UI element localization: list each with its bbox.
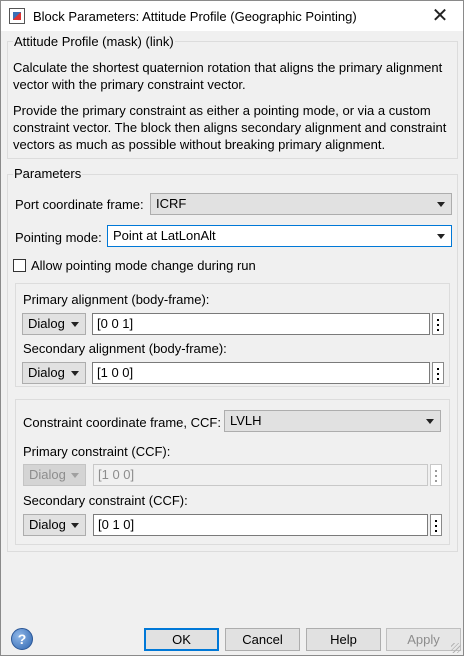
mask-group-label: Attitude Profile (mask) (link)	[13, 34, 175, 49]
block-parameters-dialog: Block Parameters: Attitude Profile (Geog…	[0, 0, 464, 656]
description-line: vectors as much as possible without brea…	[13, 137, 386, 152]
primary-constraint-source: Dialog	[29, 467, 66, 482]
primary-constraint-label: Primary constraint (CCF):	[23, 444, 171, 459]
chevron-down-icon	[71, 473, 79, 478]
more-dots-icon	[437, 378, 439, 380]
parameters-group-label: Parameters	[13, 166, 83, 181]
port-frame-value: ICRF	[156, 196, 187, 211]
description-line: Calculate the shortest quaternion rotati…	[13, 60, 443, 75]
secondary-alignment-label: Secondary alignment (body-frame):	[23, 341, 227, 356]
resize-grip[interactable]	[451, 643, 461, 653]
secondary-constraint-source: Dialog	[29, 517, 66, 532]
cancel-button[interactable]: Cancel	[225, 628, 300, 651]
more-dots-icon	[435, 520, 437, 522]
primary-alignment-source-select[interactable]: Dialog	[22, 313, 86, 335]
primary-alignment-more-button[interactable]	[432, 313, 444, 335]
secondary-alignment-source-select[interactable]: Dialog	[22, 362, 86, 384]
chevron-down-icon	[437, 202, 445, 207]
port-frame-label: Port coordinate frame:	[15, 197, 144, 212]
primary-alignment-source: Dialog	[28, 316, 65, 331]
description-line: Provide the primary constraint as either…	[13, 103, 431, 118]
title-bar: Block Parameters: Attitude Profile (Geog…	[1, 1, 463, 31]
simulink-block-icon	[9, 8, 25, 24]
secondary-alignment-input[interactable]: [1 0 0]	[92, 362, 430, 384]
chevron-down-icon	[71, 371, 79, 376]
more-dots-icon	[435, 525, 437, 527]
more-dots-icon	[437, 373, 439, 375]
chevron-down-icon	[437, 234, 445, 239]
ok-button[interactable]: OK	[144, 628, 219, 651]
help-icon[interactable]: ?	[11, 628, 33, 650]
allow-change-label: Allow pointing mode change during run	[31, 258, 256, 273]
close-button[interactable]: ✕	[417, 1, 463, 31]
more-dots-icon	[437, 319, 439, 321]
secondary-constraint-more-button[interactable]	[430, 514, 442, 536]
chevron-down-icon	[426, 419, 434, 424]
more-dots-icon	[435, 480, 437, 482]
more-dots-icon	[435, 530, 437, 532]
apply-button[interactable]: Apply	[386, 628, 461, 651]
primary-alignment-input[interactable]: [0 0 1]	[92, 313, 430, 335]
ccf-value: LVLH	[230, 413, 262, 428]
allow-change-checkbox[interactable]	[13, 259, 26, 272]
more-dots-icon	[435, 475, 437, 477]
primary-constraint-more-button[interactable]	[430, 464, 442, 486]
secondary-constraint-input[interactable]: [0 1 0]	[93, 514, 428, 536]
primary-constraint-input[interactable]: [1 0 0]	[93, 464, 428, 486]
more-dots-icon	[437, 324, 439, 326]
port-frame-select[interactable]: ICRF	[150, 193, 452, 215]
more-dots-icon	[435, 470, 437, 472]
primary-alignment-label: Primary alignment (body-frame):	[23, 292, 210, 307]
primary-constraint-source-select[interactable]: Dialog	[23, 464, 86, 486]
pointing-mode-select[interactable]: Point at LatLonAlt	[107, 225, 452, 247]
ccf-select[interactable]: LVLH	[224, 410, 441, 432]
ccf-label: Constraint coordinate frame, CCF:	[23, 415, 221, 430]
secondary-alignment-more-button[interactable]	[432, 362, 444, 384]
help-button[interactable]: Help	[306, 628, 381, 651]
description-line: constraint vector. The block then aligns…	[13, 120, 447, 135]
secondary-constraint-label: Secondary constraint (CCF):	[23, 493, 188, 508]
pointing-mode-value: Point at LatLonAlt	[113, 228, 216, 243]
description-line: vector with the primary constraint vecto…	[13, 77, 246, 92]
window-title: Block Parameters: Attitude Profile (Geog…	[33, 9, 357, 24]
chevron-down-icon	[71, 322, 79, 327]
secondary-constraint-source-select[interactable]: Dialog	[23, 514, 86, 536]
secondary-alignment-source: Dialog	[28, 365, 65, 380]
more-dots-icon	[437, 329, 439, 331]
chevron-down-icon	[71, 523, 79, 528]
pointing-mode-label: Pointing mode:	[15, 230, 102, 245]
more-dots-icon	[437, 368, 439, 370]
